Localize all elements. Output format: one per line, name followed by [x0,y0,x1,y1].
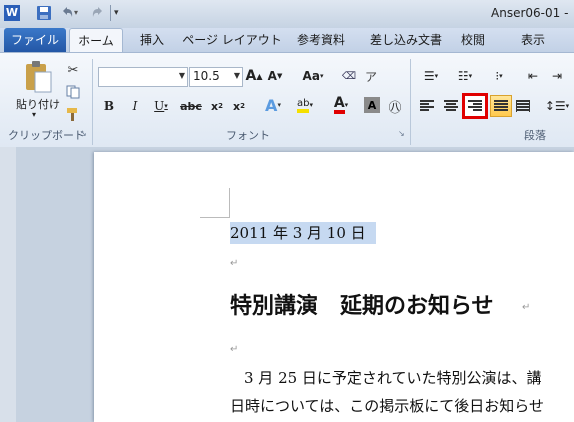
font-group-label: フォント [226,129,270,142]
clear-formatting-icon[interactable]: ⌫ [340,67,358,85]
justify-button[interactable] [490,95,512,117]
tab-insert[interactable]: 挿入 [132,28,172,52]
copy-icon[interactable] [64,83,82,101]
highlight-color-icon[interactable]: ab ▾ [292,95,318,115]
paragraph-mark: ↵ [522,302,531,313]
align-right-button[interactable] [462,93,488,119]
paste-dropdown-icon[interactable]: ▾ [32,110,36,119]
body-line-1[interactable]: 3 月 25 日に予定されていた特別公演は、講 [244,367,542,388]
paragraph-group-label: 段落 [524,129,546,142]
justify-icon [494,100,508,111]
ribbon-tabs: ファイル ホーム 挿入 ページ レイアウト 参考資料 差し込み文書 校閲 表示 [0,28,574,53]
vertical-ruler [0,147,16,422]
line-spacing-icon[interactable]: ↕☰ ▾ [544,97,570,115]
group-separator [410,59,411,145]
align-left-icon[interactable] [418,97,436,115]
strikethrough-icon[interactable]: abc [180,97,202,115]
format-painter-icon[interactable] [64,105,82,123]
undo-dropdown-icon[interactable]: ▾ [74,5,82,21]
save-icon[interactable] [36,5,52,21]
word-logo-icon[interactable]: W [4,5,20,21]
shrink-font-icon[interactable]: A ▼ [266,67,284,85]
multilevel-list-icon[interactable]: ⁝ ▾ [486,67,512,85]
superscript-icon[interactable]: x2 [230,97,248,115]
undo-icon[interactable] [59,5,75,21]
enclose-characters-icon[interactable]: ㊇ [386,97,404,116]
qat-separator [110,5,111,21]
tab-page-layout[interactable]: ページ レイアウト [182,28,282,52]
change-case-icon[interactable]: Aa ▾ [300,67,326,85]
tab-review[interactable]: 校閲 [456,28,490,52]
margin-marker [229,188,230,218]
decrease-indent-icon[interactable]: ⇤ [524,67,542,85]
customize-qat-icon[interactable]: ▾ [114,5,124,21]
character-shading-icon[interactable]: A [364,97,380,113]
align-center-icon[interactable] [442,97,460,115]
tab-home[interactable]: ホーム [69,28,123,53]
paragraph-mark: ↵ [230,344,239,355]
distributed-icon[interactable] [514,97,532,115]
tab-references[interactable]: 参考資料 [290,28,352,52]
clipboard-group-label: クリップボード [8,129,85,142]
clipboard-launcher-icon[interactable]: ↘ [80,129,87,138]
document-heading[interactable]: 特別講演 延期のお知らせ [230,288,494,320]
grow-font-icon[interactable]: A ▲ [245,67,263,85]
tab-file[interactable]: ファイル [4,28,66,52]
window-title: Anser06-01 - [491,6,569,20]
paste-label[interactable]: 貼り付け [16,96,60,112]
document-page[interactable]: 2011 年 3 月 10 日 ↵ 特別講演 延期のお知らせ ↵ ↵ 3 月 2… [94,152,574,422]
paste-icon[interactable] [18,59,58,95]
tab-view[interactable]: 表示 [516,28,550,52]
font-color-icon[interactable]: A ▾ [328,95,354,115]
phonetic-guide-icon[interactable]: ア [362,67,380,85]
font-size-combo[interactable]: 10.5 ▼ [189,67,243,87]
underline-icon[interactable]: U ▾ [150,97,172,115]
font-name-combo[interactable]: ▼ [98,67,188,87]
paragraph-mark: ↵ [230,258,239,269]
ribbon: 貼り付け ▾ ✂ クリップボード ↘ ▼ 10.5 ▼ A ▲ A ▼ Aa ▾ ⌫ … [0,52,574,148]
chevron-down-icon: ▼ [178,71,185,80]
cut-icon[interactable]: ✂ [64,61,82,79]
redo-icon[interactable] [90,5,106,21]
font-size-value: 10.5 [193,69,220,83]
font-launcher-icon[interactable]: ↘ [398,129,405,138]
chevron-down-icon: ▼ [233,71,240,80]
bold-icon[interactable]: B [100,97,118,115]
body-line-2[interactable]: 日時については、この掲示板にて後日お知らせ [230,395,544,416]
italic-icon[interactable]: I [126,97,144,115]
group-separator [92,59,93,145]
align-right-icon [468,100,482,111]
subscript-icon[interactable]: x2 [208,97,226,115]
text-effects-icon[interactable]: A ▾ [260,95,286,115]
margin-marker [200,217,230,218]
bullets-icon[interactable]: ☰ ▾ [418,67,444,85]
title-bar: W ▾ ▾ Anser06-01 - [0,0,574,28]
numbering-icon[interactable]: ☷ ▾ [452,67,478,85]
tab-mailings[interactable]: 差し込み文書 [362,28,450,52]
date-line[interactable]: 2011 年 3 月 10 日 [230,222,376,244]
increase-indent-icon[interactable]: ⇥ [548,67,566,85]
